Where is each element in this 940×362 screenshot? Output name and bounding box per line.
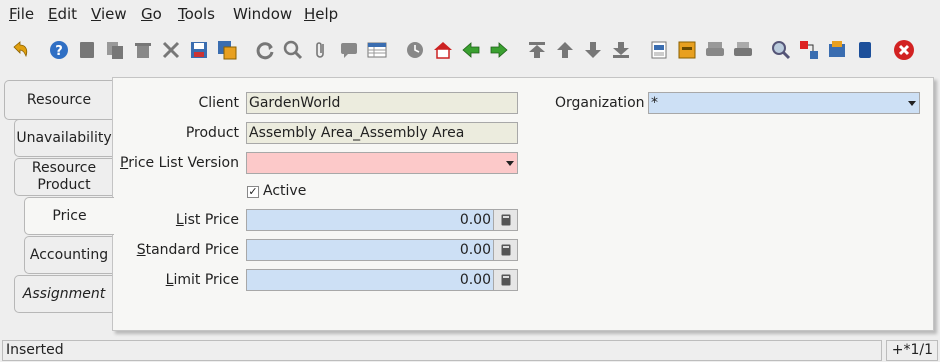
client-label: Client [198,95,239,111]
menu-tools[interactable]: Tools [178,5,215,23]
limit-price-field[interactable]: 0.00 [246,269,518,291]
tab-label: Price [52,207,87,224]
product-field[interactable]: Assembly Area_Assembly Area [246,122,518,144]
calculator-icon[interactable] [493,210,517,230]
attachment-icon[interactable] [309,38,333,62]
standard-price-field[interactable]: 0.00 [246,239,518,261]
delete-selection-icon[interactable] [159,38,183,62]
parent-record-icon[interactable] [553,38,577,62]
calculator-icon[interactable] [493,270,517,290]
last-record-icon[interactable] [609,38,633,62]
list-price-field[interactable]: 0.00 [246,209,518,231]
tab-assignment[interactable]: Assignment [14,275,113,313]
history-icon[interactable] [403,38,427,62]
record-panel: Client GardenWorld Organization * Produc… [112,77,934,331]
client-field[interactable]: GardenWorld [246,92,518,114]
save-icon[interactable] [187,38,211,62]
zoom-across-icon[interactable] [769,38,793,62]
list-price-label: List Price [175,212,239,228]
status-bar: Inserted [2,340,882,361]
product-label: Product [185,125,239,141]
svg-text:?: ? [55,44,63,59]
tab-label: Unavailability [16,129,112,146]
active-label: Active [263,183,307,199]
list-price-value: 0.00 [459,212,491,228]
chevron-down-icon[interactable] [503,153,517,173]
tab-label: Assignment [22,285,106,302]
tab-label: Resource Product [31,160,97,193]
report-icon[interactable] [647,38,671,62]
active-checkbox[interactable]: ✓ [247,186,259,198]
menu-help[interactable]: Help [304,5,338,23]
exit-icon[interactable] [892,38,916,62]
tab-label: Resource [26,91,92,108]
request-icon[interactable] [797,38,821,62]
refresh-icon[interactable] [253,38,277,62]
limit-price-label: Limit Price [165,272,239,288]
price-list-version-select[interactable] [246,152,518,174]
organization-label: Organization [555,95,645,111]
organization-value: * [651,95,658,111]
help-icon[interactable]: ? [47,38,71,62]
home-icon[interactable] [431,38,455,62]
next-icon[interactable] [487,38,511,62]
organization-select[interactable]: * [648,92,920,114]
tab-resource[interactable]: Resource [4,80,113,120]
new-icon[interactable] [75,38,99,62]
menu-view[interactable]: View [91,5,127,23]
menu-window[interactable]: Window [233,5,292,23]
previous-icon[interactable] [459,38,483,62]
archive-icon[interactable] [675,38,699,62]
delete-icon[interactable] [131,38,155,62]
limit-price-value: 0.00 [459,272,491,288]
menu-file[interactable]: File [9,5,34,23]
detail-record-icon[interactable] [581,38,605,62]
tab-resource-product[interactable]: Resource Product [14,158,113,196]
menu-go[interactable]: Go [141,5,162,23]
product-info-icon[interactable] [825,38,849,62]
price-list-version-label: Price List Version [119,155,239,171]
standard-price-label: Standard Price [136,242,239,258]
first-record-icon[interactable] [525,38,549,62]
menu-bar: File Edit View Go Tools Window Help [0,0,940,28]
print-icon[interactable] [731,38,755,62]
print-preview-icon[interactable] [703,38,727,62]
toolbar: ? [0,29,940,71]
grid-toggle-icon[interactable] [365,38,389,62]
tab-accounting[interactable]: Accounting [24,236,113,274]
menu-edit[interactable]: Edit [48,5,77,23]
standard-price-value: 0.00 [459,242,491,258]
record-navigation-indicator[interactable]: +*1/1 [886,340,938,361]
save-and-new-icon[interactable] [215,38,239,62]
copy-icon[interactable] [103,38,127,62]
workflow-icon[interactable] [853,38,877,62]
tab-label: Accounting [29,246,109,263]
tab-price[interactable]: Price [24,197,114,235]
find-icon[interactable] [281,38,305,62]
chat-icon[interactable] [337,38,361,62]
chevron-down-icon[interactable] [905,93,919,113]
calculator-icon[interactable] [493,240,517,260]
tab-unavailability[interactable]: Unavailability [14,119,113,157]
undo-icon[interactable] [7,38,31,62]
